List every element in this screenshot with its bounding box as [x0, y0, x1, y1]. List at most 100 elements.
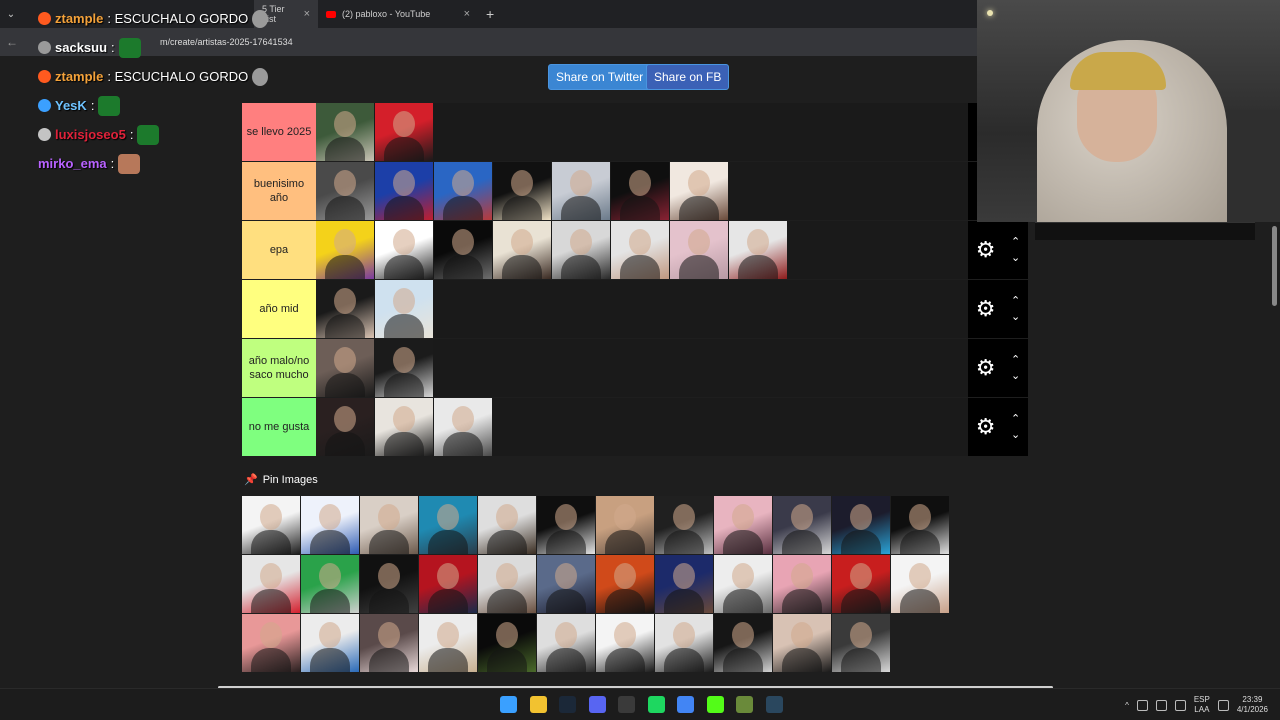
pool-thumbnail[interactable]: [537, 496, 595, 554]
vertical-scrollbar[interactable]: [1272, 226, 1277, 306]
chat-username[interactable]: ztample: [55, 11, 103, 26]
artist-thumbnail[interactable]: [670, 221, 728, 279]
clock[interactable]: 23:39 4/1/2026: [1237, 695, 1268, 715]
tier-label[interactable]: año malo/no saco mucho: [242, 339, 316, 397]
pool-thumbnail[interactable]: [714, 496, 772, 554]
pool-thumbnail[interactable]: [714, 614, 772, 672]
pool-thumbnail[interactable]: [596, 496, 654, 554]
chrome-icon[interactable]: [677, 696, 694, 713]
pool-thumbnail[interactable]: [891, 496, 949, 554]
chat-username[interactable]: mirko_ema: [38, 156, 107, 171]
volume-icon[interactable]: [1217, 699, 1229, 711]
chevron-down-icon[interactable]: ⌄: [1011, 427, 1020, 443]
chat-username[interactable]: sacksuu: [55, 40, 107, 55]
kick-icon[interactable]: [706, 696, 724, 713]
pool-thumbnail[interactable]: [655, 496, 713, 554]
pool-thumbnail[interactable]: [832, 496, 890, 554]
pool-thumbnail[interactable]: [478, 555, 536, 613]
chevron-up-icon[interactable]: ⌃: [1011, 293, 1020, 309]
new-tab-button[interactable]: +: [478, 6, 502, 22]
pool-thumbnail[interactable]: [360, 496, 418, 554]
pool-thumbnail[interactable]: [242, 614, 300, 672]
pool-thumbnail[interactable]: [832, 614, 890, 672]
chevron-up-icon[interactable]: ⌃: [1011, 352, 1020, 368]
artist-thumbnail[interactable]: [552, 221, 610, 279]
obs-icon[interactable]: [618, 696, 635, 713]
pool-thumbnail[interactable]: [360, 555, 418, 613]
pool-thumbnail[interactable]: [537, 614, 595, 672]
artist-thumbnail[interactable]: [493, 221, 551, 279]
pool-thumbnail[interactable]: [596, 614, 654, 672]
spotify-icon[interactable]: [647, 696, 665, 713]
file-explorer-icon[interactable]: [529, 696, 547, 713]
artist-thumbnail[interactable]: [552, 162, 610, 220]
pool-thumbnail[interactable]: [242, 496, 300, 554]
tier-label[interactable]: epa: [242, 221, 316, 279]
close-icon[interactable]: ×: [464, 8, 470, 20]
artist-thumbnail[interactable]: [434, 398, 492, 456]
shield-icon[interactable]: [1155, 699, 1167, 711]
pool-thumbnail[interactable]: [655, 614, 713, 672]
pool-thumbnail[interactable]: [714, 555, 772, 613]
tab-search-icon[interactable]: ⌄: [0, 9, 22, 20]
pool-thumbnail[interactable]: [773, 614, 831, 672]
tray-expand-icon[interactable]: ^: [1125, 701, 1129, 710]
chat-username[interactable]: ztample: [55, 69, 103, 84]
chevron-down-icon[interactable]: ⌄: [1011, 309, 1020, 325]
artist-thumbnail[interactable]: [434, 162, 492, 220]
pool-thumbnail[interactable]: [242, 555, 300, 613]
pool-thumbnail[interactable]: [478, 614, 536, 672]
artist-thumbnail[interactable]: [611, 162, 669, 220]
minecraft-icon[interactable]: [736, 696, 753, 713]
pool-thumbnail[interactable]: [360, 614, 418, 672]
windows-start-icon[interactable]: [500, 696, 517, 713]
steam-icon[interactable]: [559, 696, 576, 713]
artist-thumbnail[interactable]: [493, 162, 551, 220]
pool-thumbnail[interactable]: [301, 555, 359, 613]
chat-username[interactable]: YesK: [55, 98, 87, 113]
network-icon[interactable]: [1136, 699, 1148, 711]
pool-thumbnail[interactable]: [478, 496, 536, 554]
chevron-down-icon[interactable]: ⌄: [1011, 250, 1020, 266]
chat-username[interactable]: luxisjoseo5: [55, 127, 126, 142]
share-fb-button[interactable]: Share on FB: [646, 64, 730, 90]
artist-thumbnail[interactable]: [316, 398, 374, 456]
artist-thumbnail[interactable]: [316, 339, 374, 397]
pool-thumbnail[interactable]: [596, 555, 654, 613]
pool-thumbnail[interactable]: [773, 496, 831, 554]
artist-thumbnail[interactable]: [316, 221, 374, 279]
gear-icon[interactable]: ⚙: [976, 355, 996, 381]
artist-thumbnail[interactable]: [375, 339, 433, 397]
share-twitter-button[interactable]: Share on Twitter: [548, 64, 652, 90]
artist-thumbnail[interactable]: [434, 221, 492, 279]
pool-thumbnail[interactable]: [832, 555, 890, 613]
pool-thumbnail[interactable]: [891, 555, 949, 613]
chevron-down-icon[interactable]: ⌄: [1011, 368, 1020, 384]
artist-thumbnail[interactable]: [729, 221, 787, 279]
pool-thumbnail[interactable]: [419, 555, 477, 613]
pool-thumbnail[interactable]: [773, 555, 831, 613]
tier-label[interactable]: año mid: [242, 280, 316, 338]
pool-thumbnail[interactable]: [537, 555, 595, 613]
artist-thumbnail[interactable]: [670, 162, 728, 220]
back-icon[interactable]: ←: [6, 35, 20, 49]
tier-label[interactable]: no me gusta: [242, 398, 316, 456]
pool-thumbnail[interactable]: [655, 555, 713, 613]
chevron-up-icon[interactable]: ⌃: [1011, 411, 1020, 427]
artist-thumbnail[interactable]: [611, 221, 669, 279]
gear-icon[interactable]: ⚙: [976, 237, 996, 263]
chevron-up-icon[interactable]: ⌃: [1011, 234, 1020, 250]
pool-thumbnail[interactable]: [301, 614, 359, 672]
gear-icon[interactable]: ⚙: [976, 414, 996, 440]
language-indicator[interactable]: ESP LAA: [1194, 695, 1210, 715]
mic-icon[interactable]: [1174, 699, 1186, 711]
artist-thumbnail[interactable]: [375, 280, 433, 338]
discord-icon[interactable]: [588, 696, 606, 713]
pool-thumbnail[interactable]: [419, 614, 477, 672]
pool-thumbnail[interactable]: [419, 496, 477, 554]
artist-thumbnail[interactable]: [375, 398, 433, 456]
steam-2-icon[interactable]: [765, 696, 783, 713]
artist-thumbnail[interactable]: [375, 221, 433, 279]
gear-icon[interactable]: ⚙: [976, 296, 996, 322]
artist-thumbnail[interactable]: [375, 103, 433, 161]
